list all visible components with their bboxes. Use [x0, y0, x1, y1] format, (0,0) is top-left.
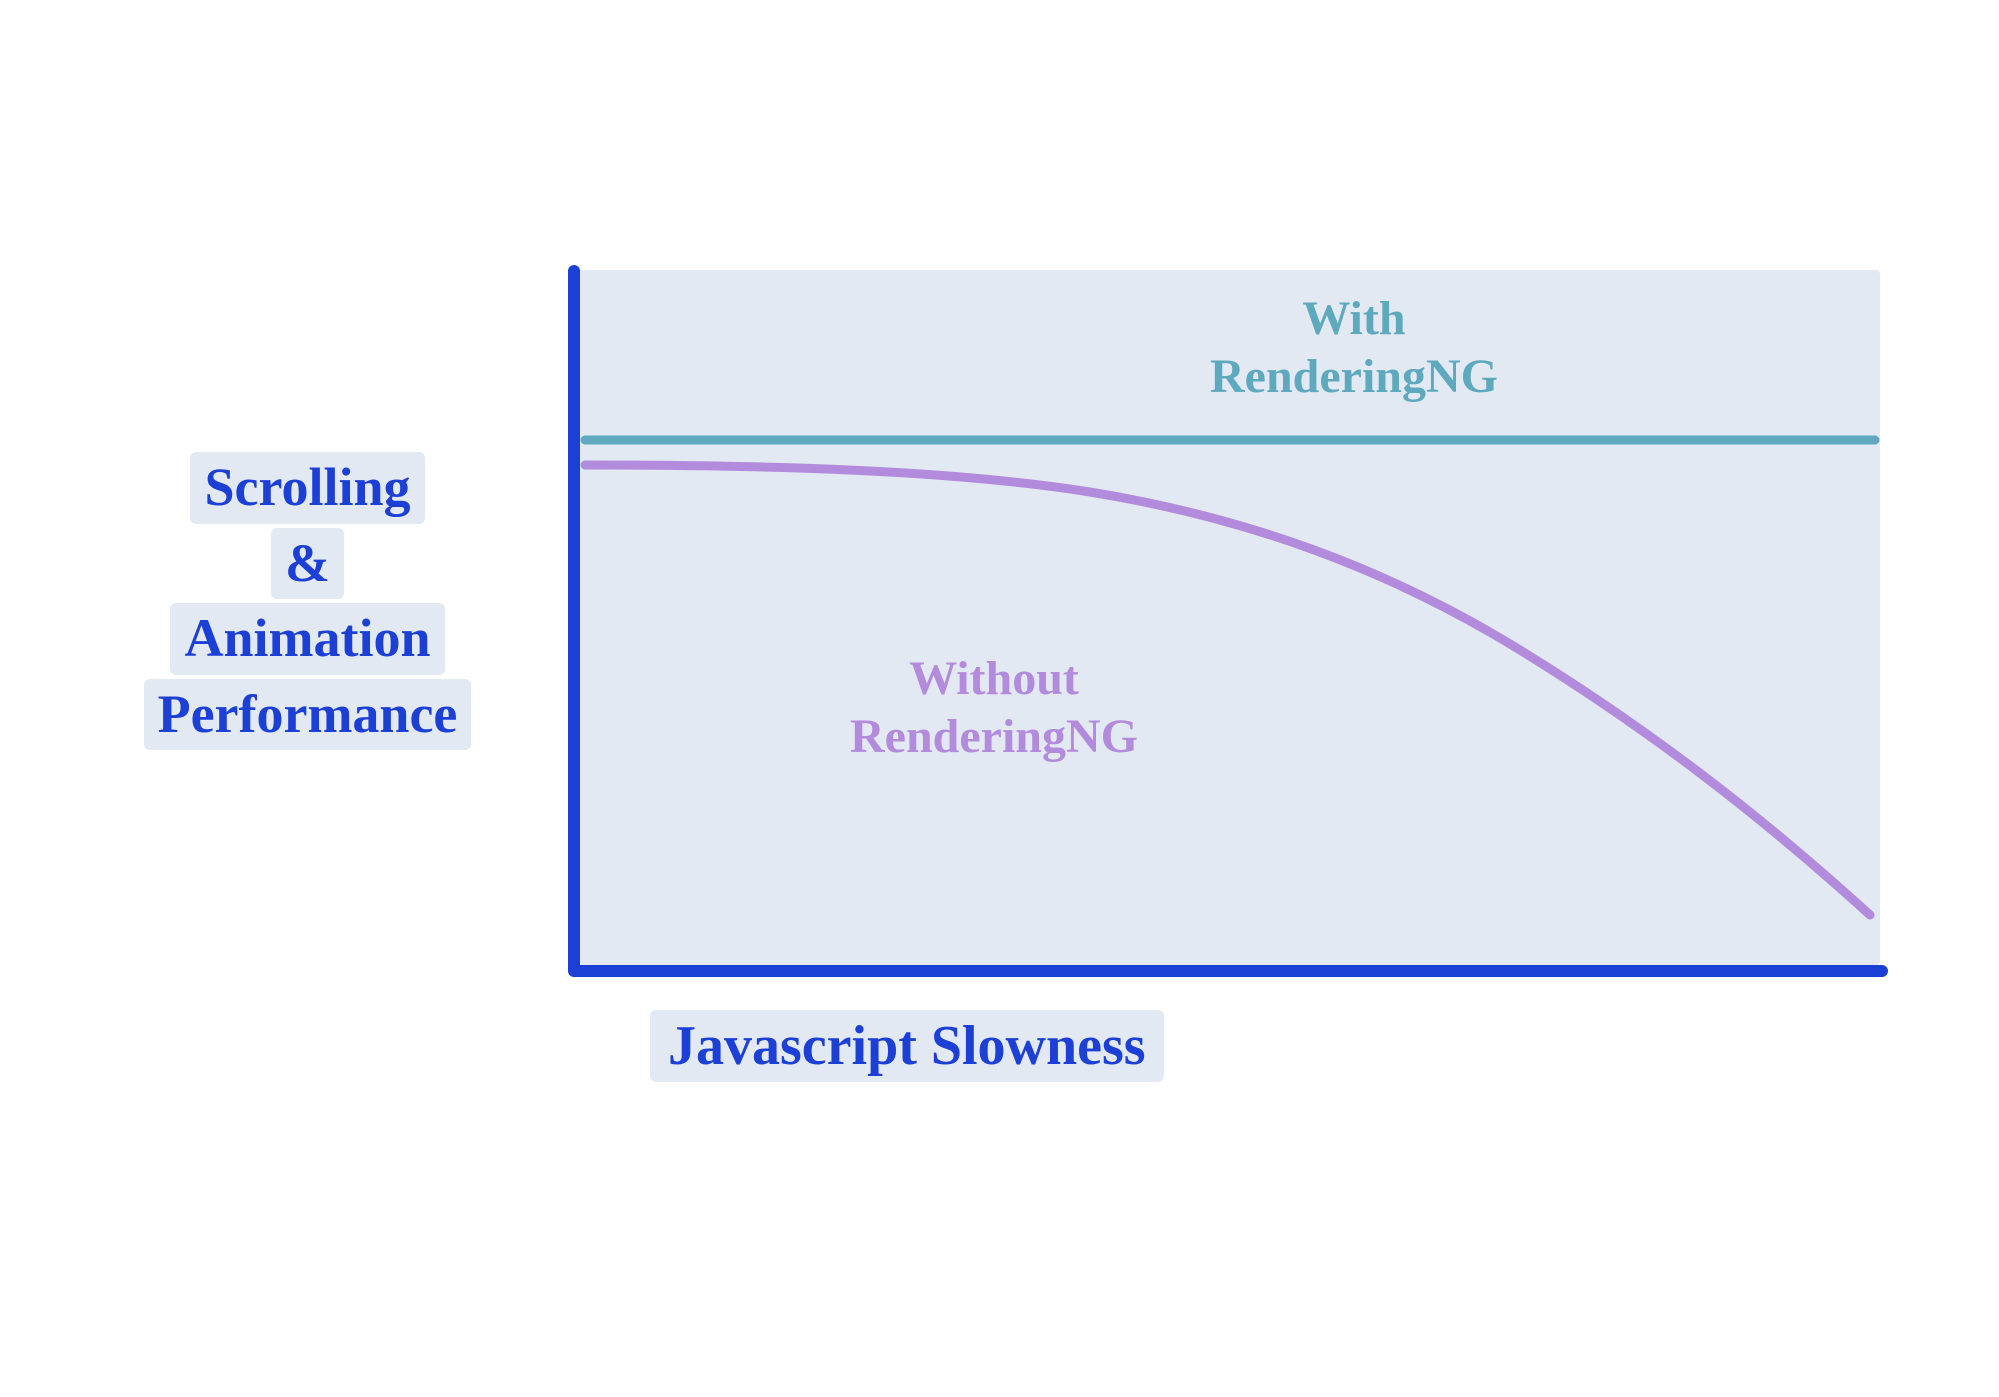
series-without-renderingng-line	[585, 465, 1870, 915]
series-with-label-line-1: With	[1210, 290, 1498, 348]
y-axis-label: Scrolling & Animation Performance	[80, 450, 535, 752]
series-with-renderingng-label: With RenderingNG	[1210, 290, 1498, 405]
series-without-label-line-2: RenderingNG	[850, 708, 1138, 766]
y-axis-label-line-2: &	[271, 528, 344, 600]
y-axis-label-line-4: Performance	[144, 679, 472, 751]
series-with-label-line-2: RenderingNG	[1210, 348, 1498, 406]
y-axis-label-line-3: Animation	[170, 603, 444, 675]
y-axis	[568, 265, 580, 975]
series-without-label-line-1: Without	[850, 650, 1138, 708]
series-without-renderingng-label: Without RenderingNG	[850, 650, 1138, 765]
y-axis-label-line-1: Scrolling	[190, 452, 424, 524]
x-axis	[568, 965, 1888, 977]
chart-container: Scrolling & Animation Performance Javasc…	[80, 270, 1920, 1170]
x-axis-label: Javascript Slowness	[650, 1010, 1164, 1082]
